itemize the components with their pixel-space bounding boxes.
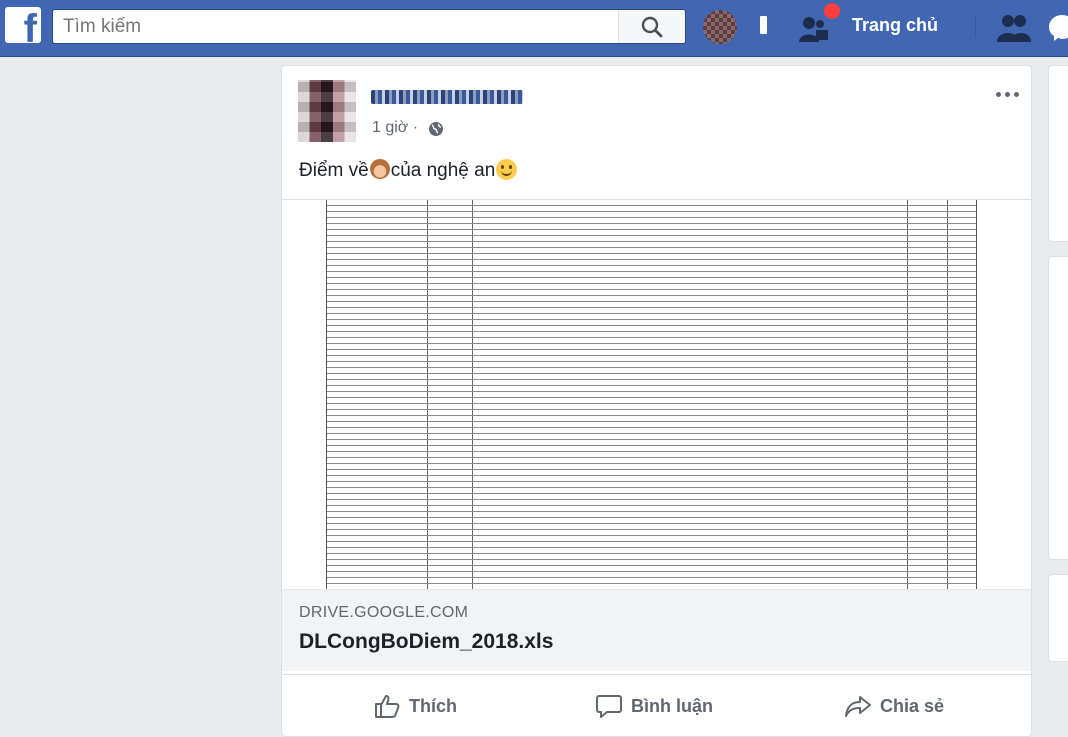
post-message: Điểm về của nghệ an — [299, 159, 518, 182]
search-icon — [641, 16, 663, 37]
smile-emoji-icon — [496, 159, 518, 180]
like-label: Thích — [409, 695, 457, 716]
share-button[interactable]: Chia sẻ — [844, 689, 944, 723]
share-icon — [845, 696, 871, 717]
thumbs-up-icon — [375, 695, 400, 718]
profile-name-link[interactable] — [760, 16, 767, 34]
messenger-icon — [1049, 15, 1068, 41]
link-preview-image[interactable] — [282, 200, 1031, 589]
author-name-link[interactable] — [371, 90, 523, 104]
search-button[interactable] — [618, 10, 685, 43]
post-action-bar: Thích Bình luận Chia sẻ — [282, 674, 1031, 736]
spreadsheet-thumbnail — [326, 200, 977, 589]
link-preview-meta[interactable]: DRIVE.GOOGLE.COM DLCongBoDiem_2018.xls — [282, 589, 1031, 671]
sidebar-card — [1048, 65, 1068, 242]
home-link[interactable]: Trang chủ — [852, 15, 938, 36]
friends-button[interactable] — [996, 12, 1032, 44]
sidebar-card — [1048, 256, 1068, 560]
link-domain: DRIVE.GOOGLE.COM — [299, 604, 469, 621]
post-text-part: Điểm về — [299, 160, 369, 181]
more-dot-icon — [1004, 91, 1010, 97]
notification-badge — [822, 1, 842, 21]
topbar-divider — [975, 16, 976, 38]
comment-label: Bình luận — [631, 695, 713, 716]
link-title[interactable]: DLCongBoDiem_2018.xls — [299, 630, 553, 654]
share-label: Chia sẻ — [880, 695, 945, 716]
messenger-button[interactable] — [1046, 12, 1068, 44]
facebook-logo[interactable]: f — [5, 7, 41, 43]
person-emoji-icon — [369, 159, 390, 179]
search-input[interactable] — [53, 10, 618, 43]
comment-button[interactable]: Bình luận — [595, 689, 713, 723]
comment-icon — [596, 695, 622, 718]
post-text-part: của nghệ an — [390, 160, 496, 181]
link-preview[interactable]: DRIVE.GOOGLE.COM DLCongBoDiem_2018.xls — [282, 199, 1031, 671]
profile-avatar[interactable] — [703, 10, 737, 44]
post-options-button[interactable] — [992, 84, 1022, 104]
feed-post: 1 giờ · Điểm về của nghệ an DRIVE.GOOGLE.… — [281, 65, 1032, 737]
friends-icon — [997, 15, 1031, 42]
search-box — [52, 9, 686, 44]
top-navigation-bar: f Trang chủ — [0, 0, 1068, 57]
facebook-logo-letter: f — [23, 7, 37, 43]
more-dot-icon — [1013, 91, 1019, 97]
sidebar-card — [1048, 574, 1068, 662]
more-dot-icon — [995, 91, 1001, 97]
like-button[interactable]: Thích — [373, 689, 457, 723]
author-avatar[interactable] — [298, 80, 356, 142]
globe-icon[interactable] — [428, 121, 444, 137]
post-timestamp[interactable]: 1 giờ · — [372, 119, 418, 137]
